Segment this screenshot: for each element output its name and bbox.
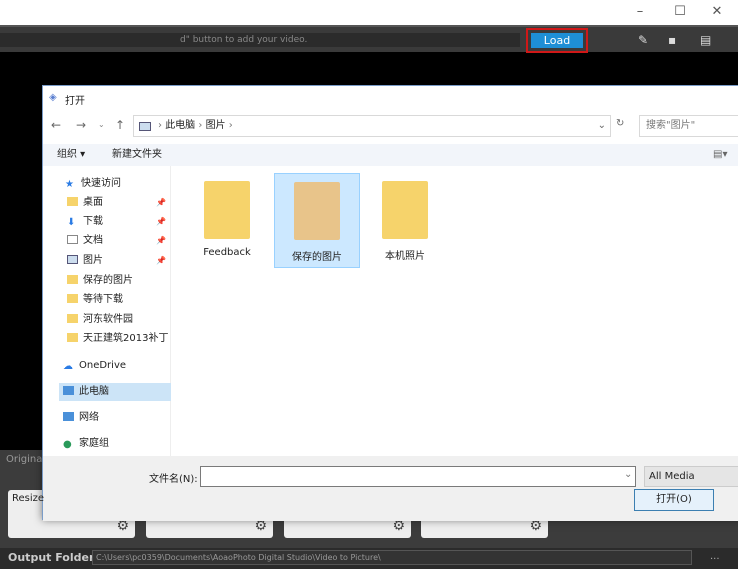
folder-icon (67, 294, 78, 303)
tag-icon[interactable]: ✎ (638, 33, 648, 47)
pictures-icon (67, 255, 78, 264)
nav-item[interactable]: 河东软件园 (63, 311, 170, 329)
output-folder-input[interactable]: C:\Users\pc0359\Documents\AoaoPhoto Digi… (92, 550, 692, 565)
nav-item[interactable]: 天正建筑2013补丁 (63, 330, 170, 348)
view-icon[interactable]: ▤▾ (713, 144, 727, 166)
folder-icon (67, 314, 78, 323)
filename-label: 文件名(N): (149, 474, 198, 485)
dialog-footer: 文件名(N): ⌄ All Media (*.avi;*.m 打开(O) (43, 456, 738, 521)
breadcrumb-item[interactable]: 图片 (206, 120, 226, 131)
navigation-pane: ★ 快速访问 桌面 📌 ⬇ 下载 📌 文档 📌 图片 📌 保存的图片 等待下载 河东软件园 … (43, 166, 171, 456)
computer-icon (63, 386, 74, 395)
resize-label: Resize (12, 493, 45, 504)
pin-icon: 📌 (156, 198, 166, 207)
nav-item[interactable]: ⬇ 下载 📌 (63, 213, 170, 231)
open-button[interactable]: 打开(O) (634, 489, 714, 511)
app-icon: ◈ (49, 92, 57, 103)
nav-this-pc[interactable]: 此电脑 (59, 383, 171, 401)
dropdown-chevron-icon[interactable]: ⌄ (598, 116, 606, 136)
window-titlebar: – ☐ ✕ (0, 0, 738, 25)
nav-item[interactable]: 图片 📌 (63, 252, 170, 270)
filename-dropdown-icon[interactable]: ⌄ (624, 469, 632, 480)
maximize-button[interactable]: ☐ (670, 4, 690, 19)
up-icon[interactable]: ↑ (115, 118, 125, 132)
load-button[interactable]: Load (531, 33, 583, 48)
back-icon[interactable]: ← (51, 118, 61, 132)
folder-icon (67, 197, 78, 206)
breadcrumb-item[interactable]: 此电脑 (165, 120, 195, 131)
nav-quick-access[interactable]: ★ 快速访问 (61, 175, 168, 193)
folder-item[interactable]: Feedback (195, 181, 259, 258)
pin-icon: 📌 (156, 236, 166, 245)
nav-item[interactable]: 桌面 📌 (63, 194, 170, 212)
star-icon: ★ (65, 179, 74, 190)
comment-icon[interactable]: ▪ (668, 33, 676, 47)
close-button[interactable]: ✕ (707, 4, 727, 19)
browse-button[interactable]: ... (710, 551, 720, 562)
dialog-toolbar: 组织 ▾ 新建文件夹 ▤▾ (43, 144, 738, 166)
register-icon[interactable]: ▤ (700, 33, 711, 47)
pin-icon: 📌 (156, 256, 166, 265)
hint-text: d" button to add your video. (0, 33, 520, 47)
new-folder-button[interactable]: 新建文件夹 (112, 144, 162, 166)
search-input[interactable]: 搜索"图片" (639, 115, 738, 137)
open-file-dialog: ◈ 打开 ← → ⌄ ↑ › 此电脑 › 图片 › ⌄ ↻ 搜索"图片" 组织 … (42, 85, 738, 521)
nav-item[interactable]: 文档 📌 (63, 232, 170, 250)
folder-icon (67, 333, 78, 342)
forward-icon[interactable]: → (76, 118, 86, 132)
recent-chevron-icon[interactable]: ⌄ (98, 120, 105, 129)
filename-input[interactable] (200, 466, 636, 487)
network-icon (63, 412, 74, 421)
output-folder-label: Output Folder: (8, 551, 99, 564)
organize-button[interactable]: 组织 ▾ (57, 144, 85, 166)
homegroup-icon: ● (63, 439, 72, 450)
folder-item[interactable]: 本机照片 (373, 181, 437, 262)
filetype-select[interactable]: All Media (*.avi;*.m (644, 466, 738, 501)
nav-item[interactable]: 等待下载 (63, 291, 170, 309)
folder-item-selected[interactable]: 保存的图片 (274, 173, 360, 268)
download-icon: ⬇ (67, 217, 76, 228)
document-icon (67, 235, 78, 244)
nav-item[interactable]: 保存的图片 (63, 272, 170, 290)
cloud-icon: ☁ (63, 361, 73, 372)
folder-icon (382, 181, 428, 239)
photo-folder-icon (294, 182, 340, 240)
load-highlight: Load (526, 28, 588, 53)
minimize-button[interactable]: – (630, 4, 650, 19)
pictures-icon (139, 122, 151, 131)
folder-icon (67, 275, 78, 284)
folder-icon (204, 181, 250, 239)
app-toolbar: d" button to add your video. Load ✎ ▪ ▤ (0, 25, 738, 53)
nav-onedrive[interactable]: ☁ OneDrive (59, 357, 166, 375)
address-bar[interactable]: › 此电脑 › 图片 › ⌄ (133, 115, 611, 137)
refresh-icon[interactable]: ↻ (616, 118, 624, 129)
pin-icon: 📌 (156, 217, 166, 226)
nav-network[interactable]: 网络 (59, 409, 166, 427)
output-folder-row: Output Folder: C:\Users\pc0359\Documents… (0, 548, 738, 569)
dialog-title: 打开 (65, 96, 85, 107)
nav-homegroup[interactable]: ● 家庭组 (59, 435, 166, 453)
original-label: Origina (6, 454, 43, 465)
